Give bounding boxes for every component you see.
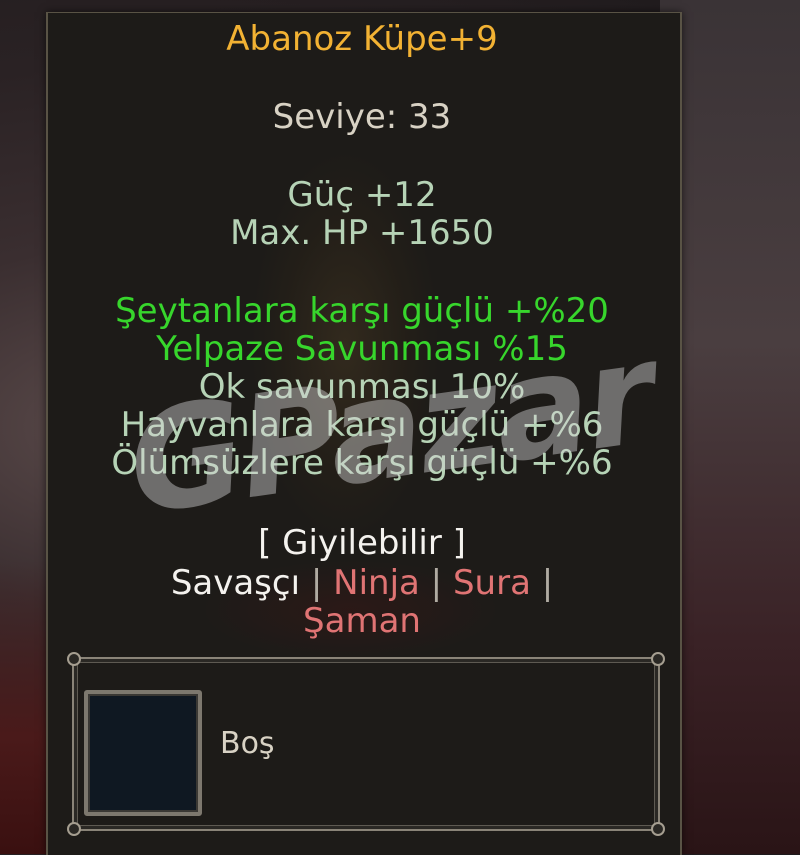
class-separator: | — [310, 563, 323, 603]
frame-corner-icon — [67, 652, 81, 666]
bonus-devils: Şeytanlara karşı güçlü +%20 — [115, 291, 609, 331]
bonus-arrow-defense: Ok savunması 10% — [198, 367, 526, 407]
stat-strength: Güç +12 — [287, 175, 437, 215]
class-separator: | — [430, 563, 443, 603]
bonus-undead: Ölümsüzlere karşı güçlü +%6 — [111, 443, 613, 483]
wearable-header: [ Giyilebilir ] — [258, 523, 466, 563]
class-warrior: Savaşçı — [170, 563, 301, 603]
frame-corner-icon — [651, 652, 665, 666]
class-list: Savaşçı | Ninja | Sura | — [46, 564, 678, 602]
class-ninja: Ninja — [333, 563, 420, 603]
class-separator: | — [541, 563, 554, 603]
item-name: Abanoz Küpe+9 — [226, 19, 498, 59]
frame-corner-icon — [67, 822, 81, 836]
socket-slot[interactable] — [84, 690, 202, 816]
stat-max-hp: Max. HP +1650 — [230, 213, 494, 253]
class-sura: Sura — [452, 563, 531, 603]
bonus-animals: Hayvanlara karşı güçlü +%6 — [120, 405, 604, 445]
socket-label: Boş — [220, 726, 275, 761]
frame-corner-icon — [651, 822, 665, 836]
class-shaman: Şaman — [303, 601, 421, 641]
bonus-fan-defense: Yelpaze Savunması %15 — [156, 329, 568, 369]
item-level: Seviye: 33 — [272, 97, 452, 137]
